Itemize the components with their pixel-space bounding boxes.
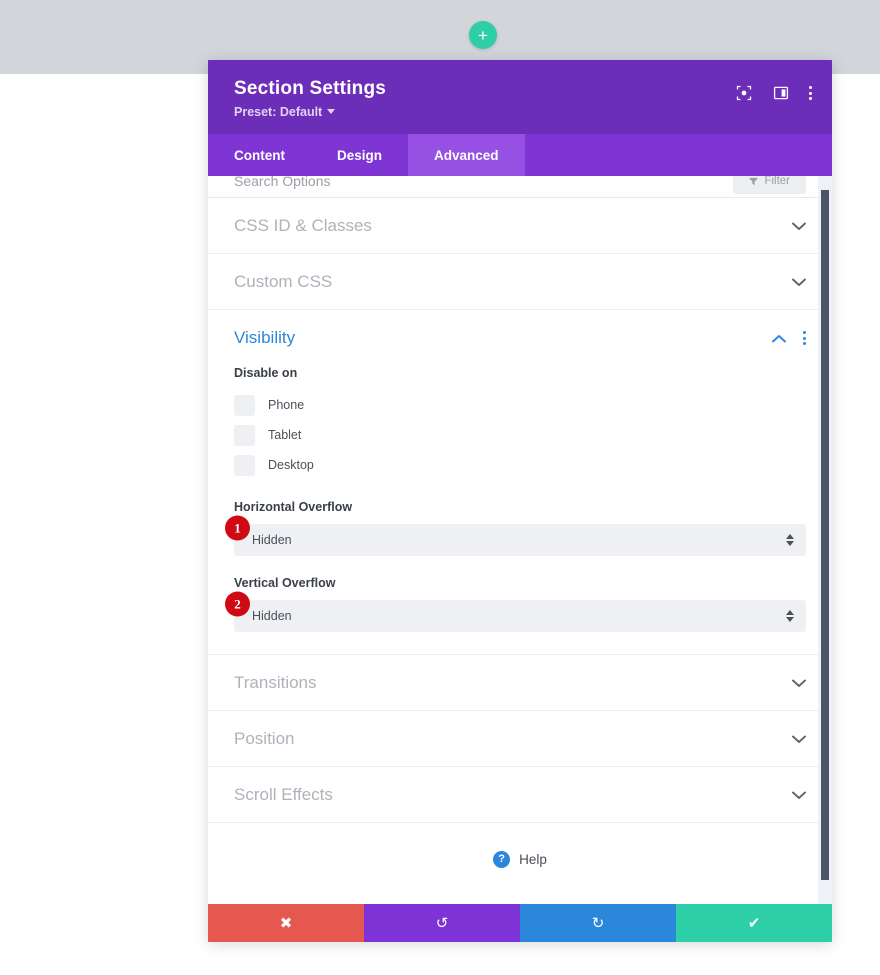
header-icon-group	[735, 84, 812, 102]
checkbox-box[interactable]	[234, 424, 255, 446]
panel-layout-icon[interactable]	[772, 84, 790, 102]
filter-button[interactable]: Filter	[733, 176, 806, 194]
callout-badge-2: 2	[225, 591, 250, 617]
undo-icon: ↺	[435, 915, 449, 932]
section-custom-css[interactable]: Custom CSS	[208, 254, 832, 310]
more-options-icon[interactable]	[803, 331, 806, 345]
checkbox-label: Phone	[268, 398, 305, 412]
modal-footer: ✖ ↺ ↻ ✔	[208, 904, 832, 942]
question-mark-icon: ?	[493, 850, 511, 868]
filter-icon	[749, 177, 759, 185]
chevron-down-icon	[792, 732, 806, 746]
section-label: Visibility	[234, 328, 296, 347]
plus-icon: +	[478, 25, 488, 45]
select-value: Hidden	[252, 533, 292, 547]
section-scroll-effects[interactable]: Scroll Effects	[208, 767, 832, 823]
visibility-fields: Disable on Phone Tablet Desktop Horizont…	[208, 366, 832, 632]
section-label: Scroll Effects	[234, 784, 333, 804]
vertical-overflow-select[interactable]: 2 Hidden	[225, 591, 806, 632]
preset-selector[interactable]: Preset: Default	[234, 104, 336, 119]
section-position[interactable]: Position	[208, 711, 832, 767]
chevron-down-icon	[792, 219, 806, 233]
filter-label: Filter	[764, 176, 790, 187]
scrollbar-thumb[interactable]	[821, 190, 829, 880]
tab-design[interactable]: Design	[311, 134, 408, 176]
search-options-row: Search Options Filter	[208, 176, 832, 198]
add-section-button[interactable]: +	[469, 21, 497, 49]
checkbox-phone[interactable]: Phone	[234, 390, 806, 420]
help-row[interactable]: ? Help	[208, 823, 832, 895]
horizontal-overflow-field: Horizontal Overflow 1 Hidden	[225, 500, 806, 556]
section-label: CSS ID & Classes	[234, 215, 372, 235]
close-icon: ✖	[279, 915, 293, 932]
checkbox-tablet[interactable]: Tablet	[234, 420, 806, 450]
section-settings-modal: Section Settings Preset: Default Content…	[208, 60, 832, 942]
tab-content[interactable]: Content	[208, 134, 311, 176]
tab-bar: Content Design Advanced	[208, 134, 832, 176]
redo-button[interactable]: ↻	[520, 904, 676, 942]
settings-scroll-area: Search Options Filter CSS ID & Classes C…	[208, 176, 832, 904]
cancel-button[interactable]: ✖	[208, 904, 364, 942]
select-value: Hidden	[252, 609, 292, 623]
stepper-arrows-icon[interactable]	[786, 534, 794, 546]
section-visibility: Visibility Disable on Phone Tablet Deskt…	[208, 310, 832, 655]
checkmark-icon: ✔	[747, 915, 761, 932]
more-options-icon[interactable]	[809, 86, 812, 100]
section-transitions[interactable]: Transitions	[208, 655, 832, 711]
scrollbar-track[interactable]	[818, 176, 832, 904]
chevron-up-icon[interactable]	[772, 331, 786, 345]
focus-target-icon[interactable]	[735, 84, 753, 102]
section-label: Transitions	[234, 672, 317, 692]
disable-on-label: Disable on	[234, 366, 298, 380]
horizontal-overflow-label: Horizontal Overflow	[234, 500, 353, 514]
section-label: Position	[234, 728, 295, 748]
checkbox-label: Desktop	[268, 458, 314, 472]
redo-icon: ↻	[591, 915, 605, 932]
checkbox-box[interactable]	[234, 394, 255, 416]
section-visibility-header[interactable]: Visibility	[208, 310, 832, 366]
horizontal-overflow-select[interactable]: 1 Hidden	[225, 515, 806, 556]
section-header-tools	[772, 331, 806, 345]
checkbox-box[interactable]	[234, 454, 255, 476]
chevron-down-icon	[792, 275, 806, 289]
checkbox-label: Tablet	[268, 428, 302, 442]
callout-badge-1: 1	[225, 515, 250, 541]
section-label: Custom CSS	[234, 271, 333, 291]
page-title: Section Settings	[234, 78, 387, 99]
save-button[interactable]: ✔	[676, 904, 832, 942]
chevron-down-icon	[792, 676, 806, 690]
checkbox-desktop[interactable]: Desktop	[234, 450, 806, 480]
chevron-down-icon	[327, 109, 336, 115]
tab-advanced[interactable]: Advanced	[408, 134, 525, 176]
modal-header: Section Settings Preset: Default	[208, 60, 832, 134]
section-css-id-classes[interactable]: CSS ID & Classes	[208, 198, 832, 254]
vertical-overflow-field: Vertical Overflow 2 Hidden	[225, 576, 806, 632]
help-label: Help	[519, 851, 547, 867]
stepper-arrows-icon[interactable]	[786, 610, 794, 622]
undo-button[interactable]: ↺	[364, 904, 520, 942]
search-options-label: Search Options	[234, 176, 331, 189]
chevron-down-icon	[792, 788, 806, 802]
preset-label: Preset: Default	[234, 104, 323, 119]
vertical-overflow-label: Vertical Overflow	[234, 576, 336, 590]
